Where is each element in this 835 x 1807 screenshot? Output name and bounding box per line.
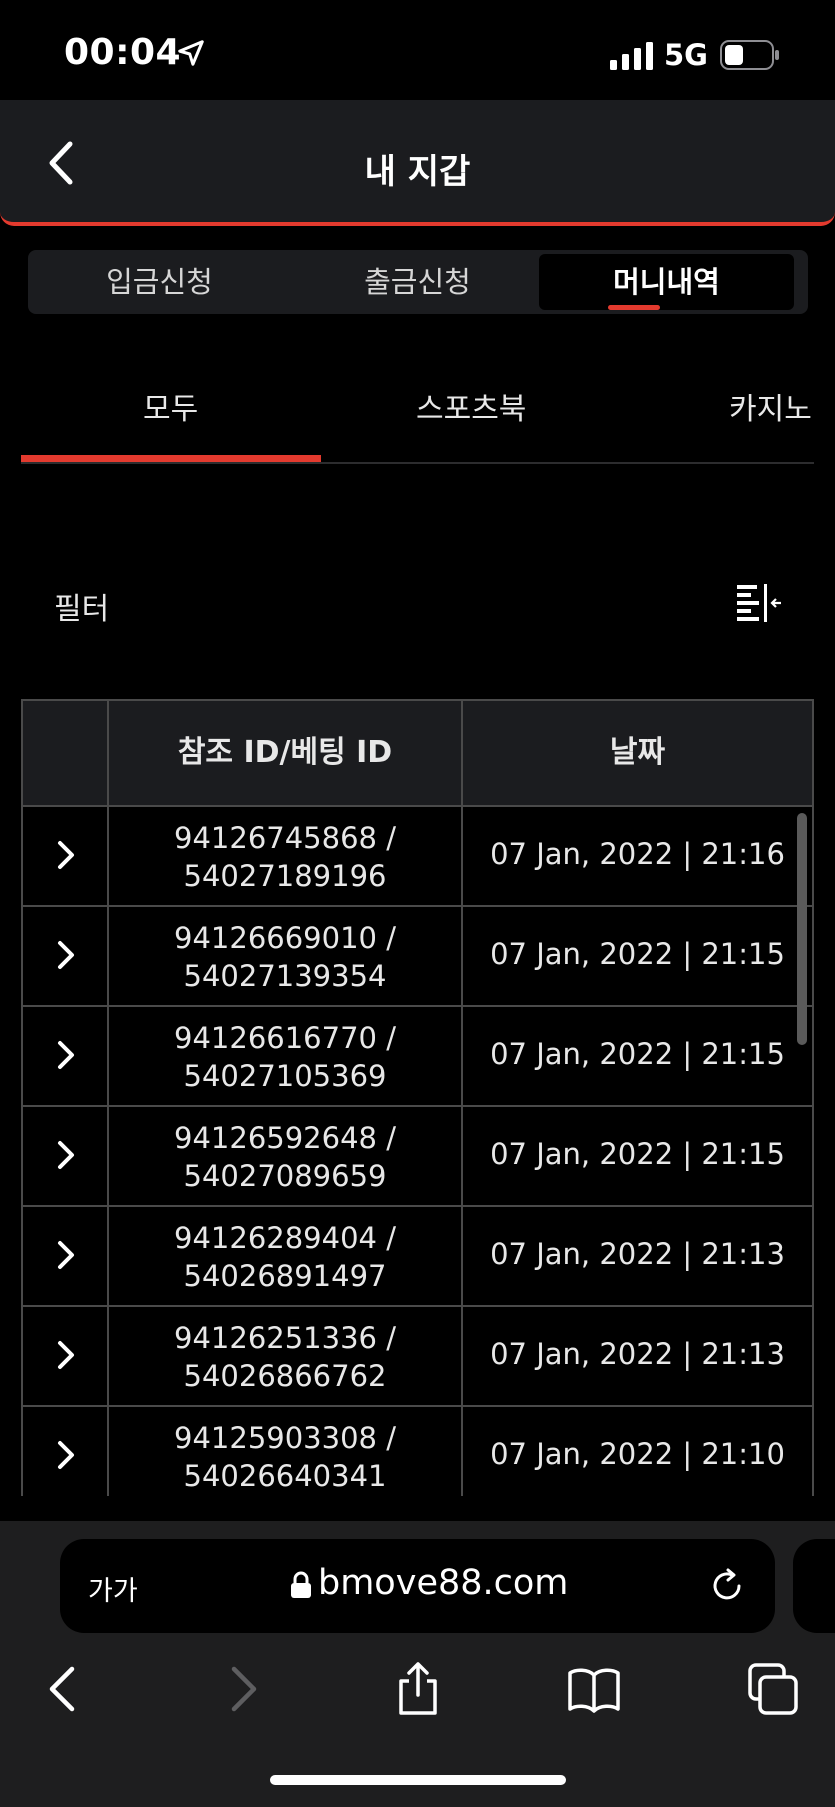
table-row[interactable]: 94126616770 /54027105369 07 Jan, 2022 | … bbox=[23, 1007, 812, 1107]
row-date: 07 Jan, 2022 | 21:16 bbox=[490, 837, 785, 871]
status-bar: 00:04 5G bbox=[0, 0, 835, 100]
table-row[interactable]: 94126289404 /54026891497 07 Jan, 2022 | … bbox=[23, 1207, 812, 1307]
battery-icon bbox=[720, 40, 779, 70]
category-active-indicator bbox=[21, 455, 321, 462]
expand-chevron-icon[interactable] bbox=[53, 1037, 79, 1073]
active-tab-indicator bbox=[608, 305, 660, 310]
row-date: 07 Jan, 2022 | 21:15 bbox=[490, 937, 785, 971]
expand-chevron-icon[interactable] bbox=[53, 937, 79, 973]
category-tab-sportsbook[interactable]: 스포츠북 bbox=[416, 384, 526, 428]
tab-deposit-request[interactable]: 입금신청 bbox=[32, 254, 287, 310]
expand-chevron-icon[interactable] bbox=[53, 1137, 79, 1173]
table-body: 94126745868 /54027189196 07 Jan, 2022 | … bbox=[23, 807, 812, 1496]
bookmarks-icon[interactable] bbox=[566, 1661, 622, 1717]
lock-icon bbox=[291, 1571, 311, 1598]
category-tabs: 모두 스포츠북 카지노 bbox=[21, 360, 814, 464]
column-divider bbox=[461, 699, 463, 1496]
table-row[interactable]: 94125903308 /54026640341 07 Jan, 2022 | … bbox=[23, 1407, 812, 1496]
expand-chevron-icon[interactable] bbox=[53, 837, 79, 873]
address-bar[interactable]: 가가 bmove88.com bbox=[60, 1539, 775, 1633]
row-date: 07 Jan, 2022 | 21:13 bbox=[490, 1237, 785, 1271]
ref-bet-id: 94126616770 /54027105369 bbox=[174, 1021, 396, 1093]
tab-money-history[interactable]: 머니내역 bbox=[539, 254, 794, 310]
home-indicator bbox=[270, 1775, 566, 1785]
browser-back-icon[interactable] bbox=[36, 1661, 92, 1717]
column-divider bbox=[107, 699, 109, 1496]
cellular-signal-icon bbox=[610, 42, 653, 70]
url-text[interactable]: bmove88.com bbox=[318, 1563, 568, 1603]
expand-chevron-icon[interactable] bbox=[53, 1337, 79, 1373]
table-scrollbar[interactable] bbox=[797, 813, 807, 1045]
reload-icon[interactable] bbox=[708, 1567, 746, 1605]
ref-bet-id: 94126592648 /54027089659 bbox=[174, 1121, 396, 1193]
column-header-ref-id: 참조 ID/베팅 ID bbox=[177, 735, 393, 770]
next-tab-preview[interactable] bbox=[793, 1539, 835, 1633]
page-title: 내 지갑 bbox=[364, 152, 471, 192]
ref-bet-id: 94125903308 /54026640341 bbox=[174, 1421, 396, 1493]
app-header: 내 지갑 bbox=[0, 100, 835, 226]
table-row[interactable]: 94126669010 /54027139354 07 Jan, 2022 | … bbox=[23, 907, 812, 1007]
ref-bet-id: 94126669010 /54027139354 bbox=[174, 921, 396, 993]
tabs-icon[interactable] bbox=[744, 1661, 800, 1717]
row-date: 07 Jan, 2022 | 21:15 bbox=[490, 1037, 785, 1071]
tab-withdraw-request[interactable]: 출금신청 bbox=[290, 254, 545, 310]
wallet-segment-tabs: 입금신청 출금신청 머니내역 bbox=[28, 250, 808, 314]
share-icon[interactable] bbox=[390, 1661, 446, 1717]
category-tab-casino[interactable]: 카지노 bbox=[729, 384, 812, 428]
text-size-button[interactable]: 가가 bbox=[88, 1569, 138, 1608]
table-row[interactable]: 94126251336 /54026866762 07 Jan, 2022 | … bbox=[23, 1307, 812, 1407]
table-header: 참조 ID/베팅 ID 날짜 bbox=[23, 699, 812, 807]
row-date: 07 Jan, 2022 | 21:13 bbox=[490, 1337, 785, 1371]
expand-chevron-icon[interactable] bbox=[53, 1437, 79, 1473]
money-history-table: 참조 ID/베팅 ID 날짜 94126745868 /54027189196 … bbox=[21, 699, 814, 1496]
filter-toggle-icon[interactable] bbox=[735, 582, 783, 622]
ref-bet-id: 94126745868 /54027189196 bbox=[174, 821, 396, 893]
row-date: 07 Jan, 2022 | 21:15 bbox=[490, 1137, 785, 1171]
table-row[interactable]: 94126592648 /54027089659 07 Jan, 2022 | … bbox=[23, 1107, 812, 1207]
browser-forward-icon[interactable] bbox=[214, 1661, 270, 1717]
location-arrow-icon bbox=[178, 40, 204, 66]
browser-toolbar: 가가 bmove88.com bbox=[0, 1521, 835, 1807]
filter-label: 필터 bbox=[54, 592, 110, 627]
ref-bet-id: 94126289404 /54026891497 bbox=[174, 1221, 396, 1293]
row-date: 07 Jan, 2022 | 21:10 bbox=[490, 1437, 785, 1471]
status-time: 00:04 bbox=[64, 32, 182, 73]
ref-bet-id: 94126251336 /54026866762 bbox=[174, 1321, 396, 1393]
category-tab-all[interactable]: 모두 bbox=[143, 384, 198, 428]
expand-chevron-icon[interactable] bbox=[53, 1237, 79, 1273]
table-row[interactable]: 94126745868 /54027189196 07 Jan, 2022 | … bbox=[23, 807, 812, 907]
network-type: 5G bbox=[664, 38, 708, 72]
column-header-date: 날짜 bbox=[609, 735, 666, 770]
